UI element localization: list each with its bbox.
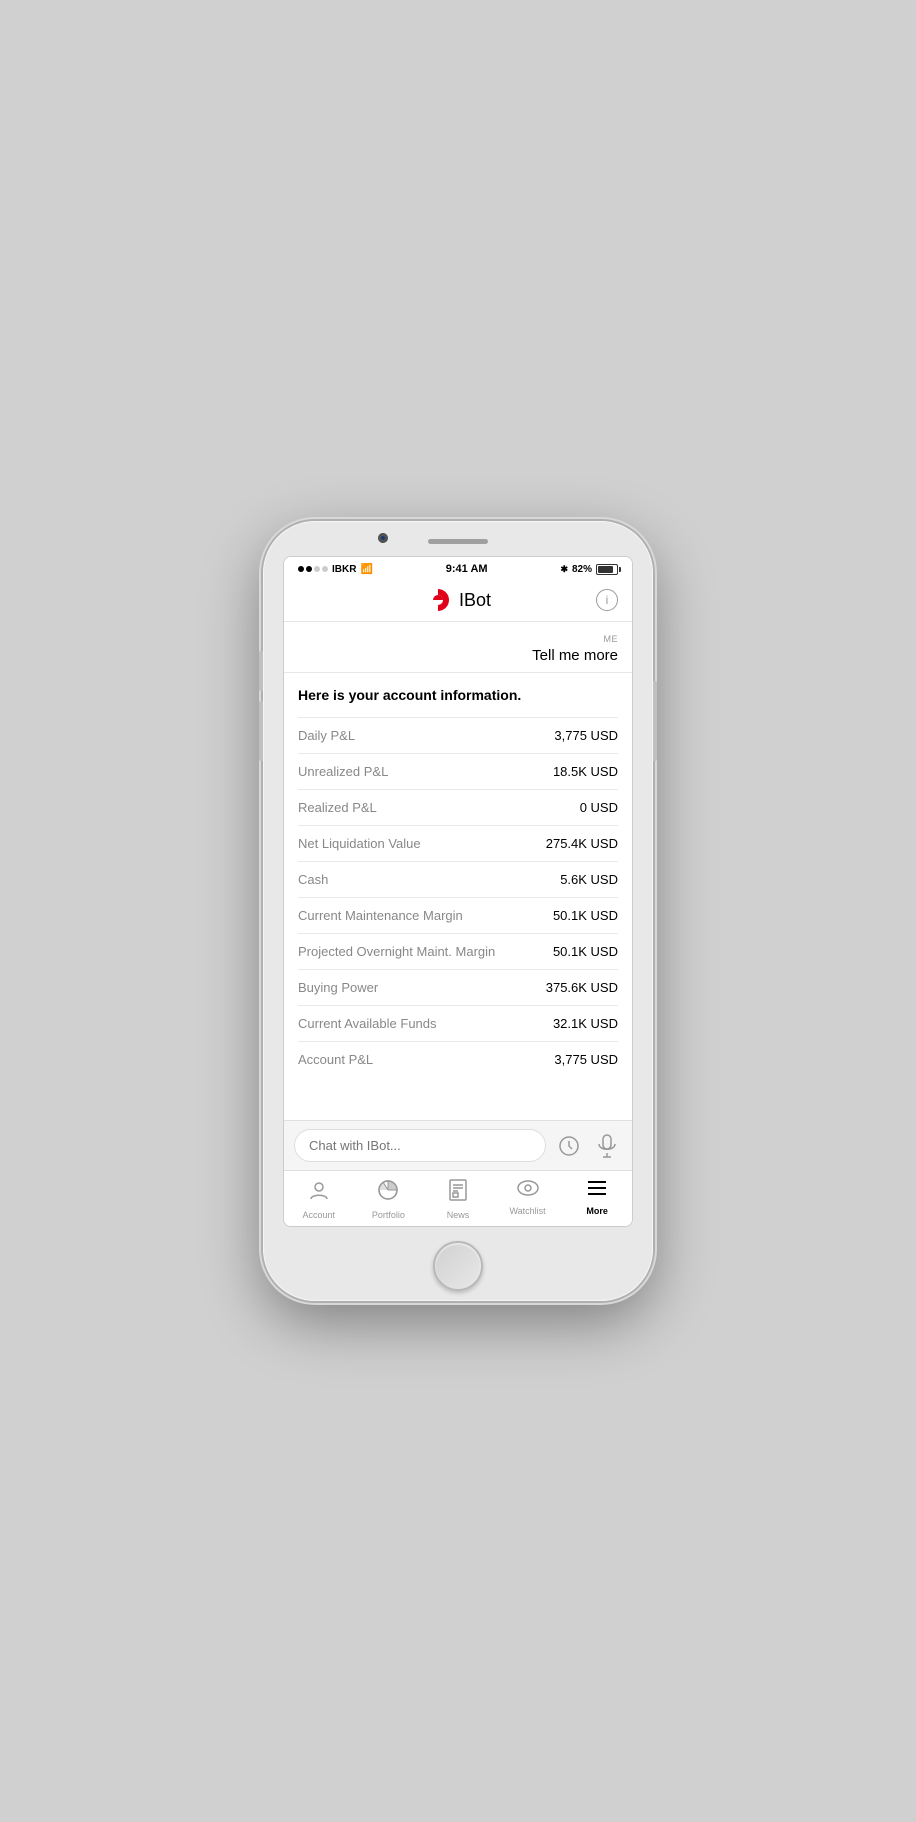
bot-response: Here is your account information. Daily … — [284, 673, 632, 1085]
row-label: Cash — [298, 872, 328, 887]
row-value: 375.6K USD — [546, 980, 618, 995]
row-label: Realized P&L — [298, 800, 377, 815]
tab-watchlist[interactable]: Watchlist — [493, 1171, 563, 1226]
tab-account-label: Account — [303, 1210, 336, 1220]
user-message-text: Tell me more — [532, 647, 618, 664]
info-icon: i — [606, 593, 609, 607]
microphone-icon[interactable] — [592, 1131, 622, 1161]
status-bar: IBKR 📶 9:41 AM ✱ 82% — [284, 557, 632, 579]
speaker — [428, 539, 488, 544]
row-value: 3,775 USD — [554, 728, 618, 743]
camera — [378, 533, 388, 543]
user-label: ME — [604, 634, 619, 644]
power-button[interactable] — [653, 681, 657, 761]
more-icon — [586, 1179, 608, 1203]
screen: IBKR 📶 9:41 AM ✱ 82% — [283, 556, 633, 1227]
tab-bar: Account Portfolio — [284, 1170, 632, 1226]
row-value: 3,775 USD — [554, 1052, 618, 1067]
phone-frame: IBKR 📶 9:41 AM ✱ 82% — [263, 521, 653, 1301]
row-label: Current Available Funds — [298, 1016, 437, 1031]
signal-icon — [298, 566, 328, 572]
account-table: Daily P&L 3,775 USD Unrealized P&L 18.5K US… — [298, 717, 618, 1077]
row-label: Current Maintenance Margin — [298, 908, 463, 923]
tab-more[interactable]: More — [562, 1171, 632, 1226]
row-value: 275.4K USD — [546, 836, 618, 851]
header-logo: IBot — [425, 587, 491, 613]
volume-down-button[interactable] — [259, 701, 263, 761]
row-value: 32.1K USD — [553, 1016, 618, 1031]
row-label: Net Liquidation Value — [298, 836, 421, 851]
tab-portfolio-label: Portfolio — [372, 1210, 405, 1220]
battery-fill — [598, 566, 613, 573]
time-display: 9:41 AM — [446, 563, 488, 575]
row-value: 18.5K USD — [553, 764, 618, 779]
info-button[interactable]: i — [596, 589, 618, 611]
watchlist-icon — [516, 1179, 540, 1203]
account-row: Unrealized P&L 18.5K USD — [298, 753, 618, 789]
portfolio-icon — [377, 1179, 399, 1207]
account-row: Cash 5.6K USD — [298, 861, 618, 897]
app-title: IBot — [459, 590, 491, 611]
tab-more-label: More — [586, 1206, 608, 1216]
home-button[interactable] — [433, 1241, 483, 1291]
tab-news[interactable]: News — [423, 1171, 493, 1226]
tab-watchlist-label: Watchlist — [509, 1206, 545, 1216]
wifi-icon: 📶 — [360, 564, 372, 575]
battery-icon — [596, 564, 618, 575]
ibkr-logo-icon — [425, 587, 451, 613]
account-row: Current Available Funds 32.1K USD — [298, 1005, 618, 1041]
input-area — [284, 1120, 632, 1170]
news-icon — [448, 1179, 468, 1207]
status-right: ✱ 82% — [560, 564, 618, 575]
row-label: Daily P&L — [298, 728, 355, 743]
tab-portfolio[interactable]: Portfolio — [354, 1171, 424, 1226]
chat-input[interactable] — [294, 1129, 546, 1162]
account-row: Realized P&L 0 USD — [298, 789, 618, 825]
tab-account[interactable]: Account — [284, 1171, 354, 1226]
app-header: IBot i — [284, 579, 632, 622]
account-icon — [308, 1179, 330, 1207]
tab-news-label: News — [447, 1210, 470, 1220]
battery-percentage: 82% — [572, 564, 592, 575]
bluetooth-icon: ✱ — [560, 564, 568, 575]
row-value: 50.1K USD — [553, 908, 618, 923]
row-label: Buying Power — [298, 980, 378, 995]
bot-intro-text: Here is your account information. — [298, 687, 618, 703]
row-label: Unrealized P&L — [298, 764, 388, 779]
carrier-label: IBKR — [332, 564, 356, 575]
row-label: Projected Overnight Maint. Margin — [298, 944, 495, 959]
chat-area[interactable]: ME Tell me more Here is your account inf… — [284, 622, 632, 1120]
row-value: 50.1K USD — [553, 944, 618, 959]
account-row: Current Maintenance Margin 50.1K USD — [298, 897, 618, 933]
row-value: 5.6K USD — [560, 872, 618, 887]
row-value: 0 USD — [580, 800, 618, 815]
row-label: Account P&L — [298, 1052, 373, 1067]
status-left: IBKR 📶 — [298, 564, 373, 575]
history-icon[interactable] — [554, 1131, 584, 1161]
account-row: Projected Overnight Maint. Margin 50.1K U… — [298, 933, 618, 969]
user-message: ME Tell me more — [284, 622, 632, 673]
account-row: Net Liquidation Value 275.4K USD — [298, 825, 618, 861]
account-row: Daily P&L 3,775 USD — [298, 717, 618, 753]
volume-up-button[interactable] — [259, 651, 263, 691]
account-row: Account P&L 3,775 USD — [298, 1041, 618, 1077]
account-row: Buying Power 375.6K USD — [298, 969, 618, 1005]
